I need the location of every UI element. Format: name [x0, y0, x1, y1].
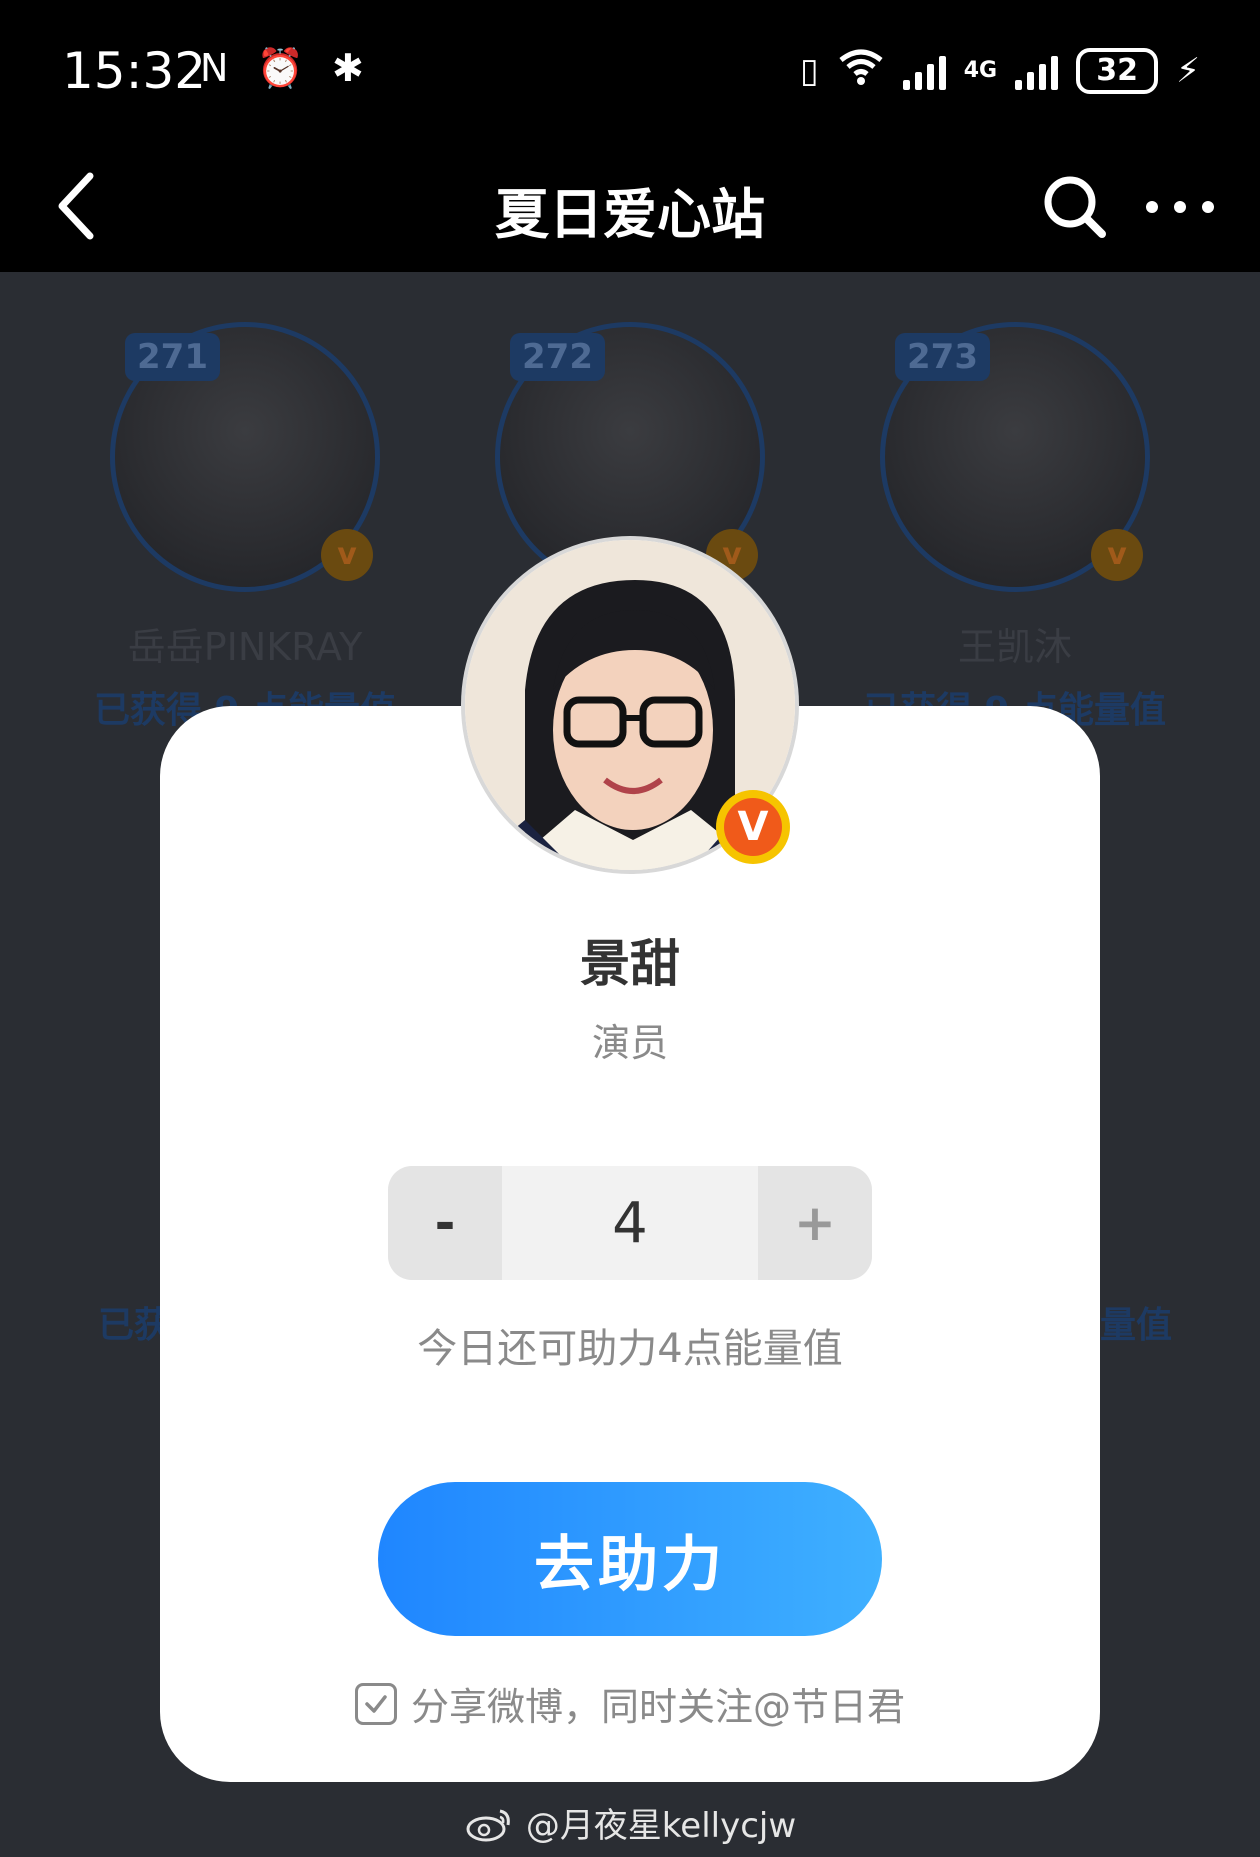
verified-badge-icon: V [716, 790, 790, 864]
verified-label: V [724, 798, 782, 856]
bg-card-273: 273 v 王凯沐 已获得 9 点能量值 [820, 322, 1210, 733]
nfc-icon: N [200, 46, 237, 90]
search-button[interactable] [1040, 172, 1110, 242]
bg-name: 岳岳PINKRAY [127, 625, 363, 669]
charging-icon: ⚡ [1176, 50, 1200, 91]
share-checkbox[interactable] [354, 1682, 397, 1725]
bg-rank: 271 [125, 333, 220, 381]
bg-verify-icon: v [1091, 529, 1143, 581]
bg-verify-icon: v [321, 529, 373, 581]
more-button[interactable] [1140, 172, 1220, 242]
bg-rank: 272 [510, 333, 605, 381]
status-right-icons: ▯ 4G 32 ⚡ [800, 46, 1200, 95]
decrement-button[interactable]: - [388, 1166, 502, 1280]
clock-time: 15:32 [62, 42, 207, 100]
signal-icon-2 [1015, 52, 1059, 90]
title-bar: 夏日爱心站 [0, 140, 1260, 272]
increment-button[interactable]: + [758, 1166, 872, 1280]
network-type: 4G [963, 58, 998, 83]
wifi-icon [837, 46, 885, 95]
bg-avatar: 271 v [110, 322, 380, 592]
alarm-icon: ⏰ [256, 46, 312, 90]
battery-level: 32 [1096, 53, 1138, 88]
status-bar: 15:32 N ⏰ ✱ ▯ 4G 32 ⚡ [0, 0, 1260, 140]
celebrity-name: 景甜 [580, 935, 680, 993]
celebrity-role: 演员 [591, 1021, 668, 1065]
more-icon [1146, 201, 1214, 213]
bg-avatar: 273 v [880, 322, 1150, 592]
share-label: 分享微博，同时关注@节日君 [410, 1685, 905, 1729]
bg-rank: 273 [895, 333, 990, 381]
bg-name: 王凯沐 [957, 625, 1072, 669]
status-left-icons: N ⏰ ✱ [200, 46, 372, 91]
bg-card-271: 271 v 岳岳PINKRAY 已获得 9 点能量值 [50, 322, 440, 733]
battery-indicator: 32 [1076, 47, 1159, 94]
bluetooth-icon: ✱ [331, 46, 372, 90]
remaining-energy-hint: 今日还可助力4点能量值 [417, 1326, 843, 1372]
share-option[interactable]: 分享微博，同时关注@节日君 [0, 1676, 1260, 1731]
search-icon [1044, 176, 1106, 238]
signal-icon [902, 52, 946, 90]
check-icon [365, 1694, 387, 1713]
watermark: @月夜星kellycjw [0, 1798, 1260, 1847]
vibrate-icon: ▯ [800, 50, 819, 91]
quantity-stepper: - 4 + [388, 1166, 872, 1280]
weibo-logo-icon [466, 1809, 510, 1841]
watermark-text: @月夜星kellycjw [525, 1806, 797, 1846]
quantity-value[interactable]: 4 [502, 1166, 758, 1280]
support-button[interactable]: 去助力 [378, 1482, 882, 1636]
